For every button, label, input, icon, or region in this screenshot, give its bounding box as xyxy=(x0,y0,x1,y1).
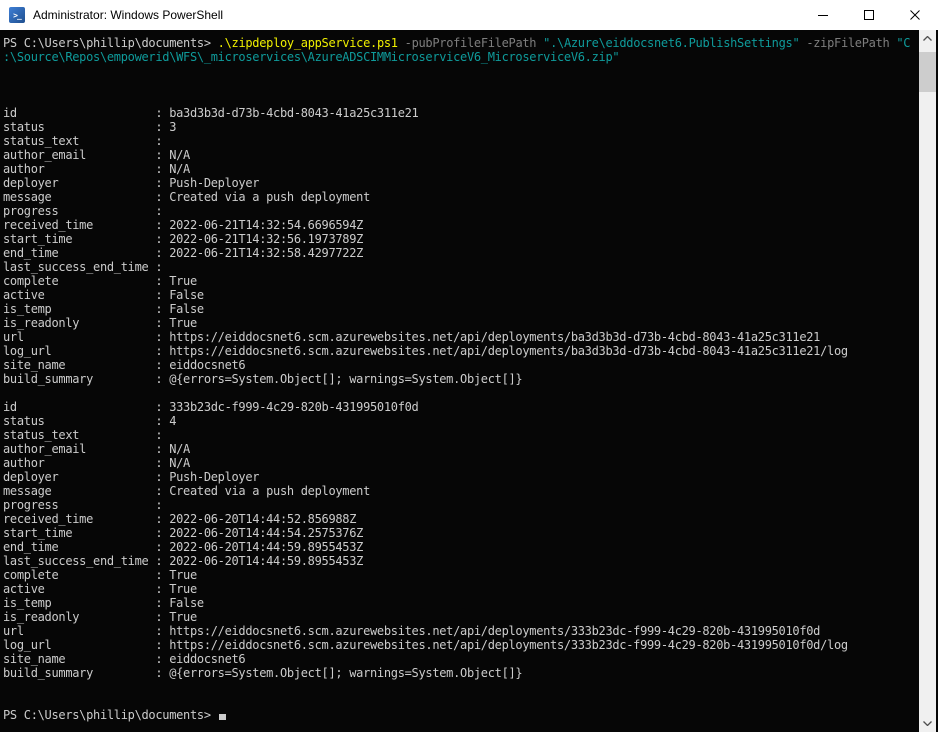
record-field-line: is_temp : False xyxy=(3,302,918,316)
record-field-line: deployer : Push-Deployer xyxy=(3,470,918,484)
record-field-line: last_success_end_time : xyxy=(3,260,918,274)
chevron-up-icon xyxy=(923,36,932,41)
record-field-line: status : 4 xyxy=(3,414,918,428)
blank-line xyxy=(3,386,918,400)
record-field-line: url : https://eiddocsnet6.scm.azurewebsi… xyxy=(3,330,918,344)
record-field-line: message : Created via a push deployment xyxy=(3,484,918,498)
record-field-line: log_url : https://eiddocsnet6.scm.azurew… xyxy=(3,638,918,652)
record-field-line: url : https://eiddocsnet6.scm.azurewebsi… xyxy=(3,624,918,638)
record-field-line: active : True xyxy=(3,582,918,596)
prompt-line: PS C:\Users\phillip\documents> xyxy=(3,708,918,722)
record-field-line: complete : True xyxy=(3,568,918,582)
record-field-line: end_time : 2022-06-21T14:32:58.4297722Z xyxy=(3,246,918,260)
command-segment xyxy=(398,36,405,50)
record-field-line: received_time : 2022-06-20T14:44:52.8569… xyxy=(3,512,918,526)
scrollbar-down-button[interactable] xyxy=(919,715,936,732)
command-segment: "C xyxy=(896,36,910,50)
record-field-line: id : ba3d3b3d-d73b-4cbd-8043-41a25c311e2… xyxy=(3,106,918,120)
command-line: PS C:\Users\phillip\documents> .\zipdepl… xyxy=(3,36,918,50)
blank-line xyxy=(3,78,918,92)
record-field-line: complete : True xyxy=(3,274,918,288)
terminal-screen[interactable]: PS C:\Users\phillip\documents> .\zipdepl… xyxy=(0,30,938,732)
record-field-line: author : N/A xyxy=(3,456,918,470)
record-field-line: id : 333b23dc-f999-4c29-820b-431995010f0… xyxy=(3,400,918,414)
powershell-window: >_ Administrator: Windows PowerShell xyxy=(0,0,938,732)
console-output: PS C:\Users\phillip\documents> .\zipdepl… xyxy=(0,30,938,722)
record-field-line: site_name : eiddocsnet6 xyxy=(3,358,918,372)
record-field-line: author_email : N/A xyxy=(3,442,918,456)
record-field-line: received_time : 2022-06-21T14:32:54.6696… xyxy=(3,218,918,232)
command-segment: PS C:\Users\phillip\documents> xyxy=(3,36,218,50)
record-field-line: progress : xyxy=(3,498,918,512)
window-controls xyxy=(800,0,938,30)
blank-line xyxy=(3,694,918,708)
vertical-scrollbar[interactable] xyxy=(919,30,936,732)
title-bar[interactable]: >_ Administrator: Windows PowerShell xyxy=(0,0,938,30)
record-field-line: end_time : 2022-06-20T14:44:59.8955453Z xyxy=(3,540,918,554)
window-title: Administrator: Windows PowerShell xyxy=(33,8,223,22)
record-field-line: build_summary : @{errors=System.Object[]… xyxy=(3,372,918,386)
scrollbar-up-button[interactable] xyxy=(919,30,936,47)
record-field-line: site_name : eiddocsnet6 xyxy=(3,652,918,666)
record-field-line: status : 3 xyxy=(3,120,918,134)
command-line: :\Source\Repos\empowerid\WFS\_microservi… xyxy=(3,50,918,64)
blank-line xyxy=(3,92,918,106)
command-segment: -zipFilePath xyxy=(806,36,889,50)
close-button[interactable] xyxy=(892,0,938,30)
record-field-line: is_temp : False xyxy=(3,596,918,610)
powershell-icon[interactable]: >_ xyxy=(9,7,25,23)
blank-line xyxy=(3,680,918,694)
record-field-line: log_url : https://eiddocsnet6.scm.azurew… xyxy=(3,344,918,358)
minimize-button[interactable] xyxy=(800,0,846,30)
record-field-line: is_readonly : True xyxy=(3,610,918,624)
record-field-line: start_time : 2022-06-21T14:32:56.1973789… xyxy=(3,232,918,246)
blank-line xyxy=(3,64,918,78)
record-field-line: deployer : Push-Deployer xyxy=(3,176,918,190)
close-icon xyxy=(910,10,920,20)
maximize-button[interactable] xyxy=(846,0,892,30)
record-field-line: author : N/A xyxy=(3,162,918,176)
record-field-line: is_readonly : True xyxy=(3,316,918,330)
command-segment: .\zipdeploy_appService.ps1 xyxy=(218,36,398,50)
terminal-cursor xyxy=(219,714,226,720)
command-segment: -pubProfileFilePath xyxy=(405,36,537,50)
chevron-down-icon xyxy=(923,721,932,726)
record-field-line: start_time : 2022-06-20T14:44:54.2575376… xyxy=(3,526,918,540)
scrollbar-thumb[interactable] xyxy=(919,52,936,92)
record-field-line: progress : xyxy=(3,204,918,218)
command-segment: :\Source\Repos\empowerid\WFS\_microservi… xyxy=(3,50,619,64)
minimize-icon xyxy=(818,10,828,20)
command-segment: ".\Azure\eiddocsnet6.PublishSettings" xyxy=(543,36,799,50)
record-field-line: build_summary : @{errors=System.Object[]… xyxy=(3,666,918,680)
record-field-line: active : False xyxy=(3,288,918,302)
record-field-line: author_email : N/A xyxy=(3,148,918,162)
maximize-icon xyxy=(864,10,874,20)
prompt-text: PS C:\Users\phillip\documents> xyxy=(3,708,218,722)
record-field-line: status_text : xyxy=(3,428,918,442)
record-field-line: last_success_end_time : 2022-06-20T14:44… xyxy=(3,554,918,568)
record-field-line: message : Created via a push deployment xyxy=(3,190,918,204)
record-field-line: status_text : xyxy=(3,134,918,148)
